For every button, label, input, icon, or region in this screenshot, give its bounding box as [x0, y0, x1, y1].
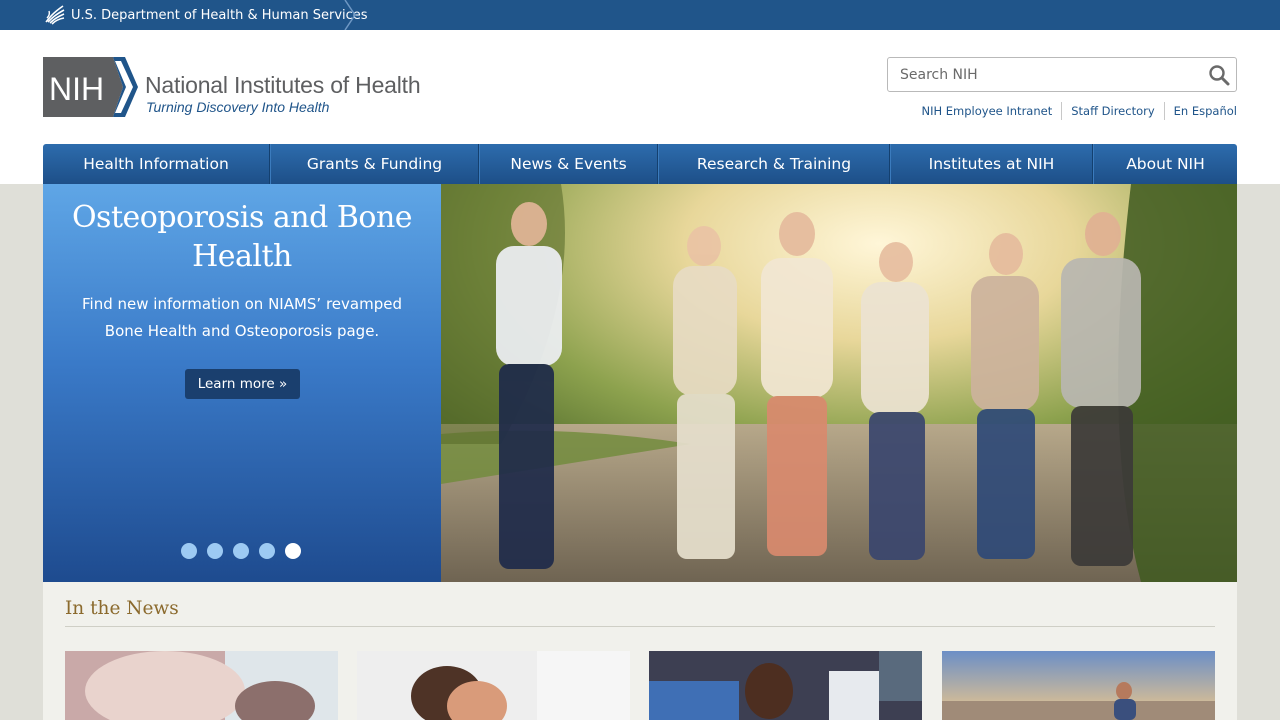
nav-grants-funding[interactable]: Grants & Funding: [270, 144, 479, 184]
nav-news-events[interactable]: News & Events: [479, 144, 658, 184]
in-the-news-section: In the News: [43, 582, 1237, 720]
news-thumbnail-3[interactable]: [649, 651, 922, 720]
nav-about[interactable]: About NIH: [1093, 144, 1237, 184]
news-thumbnail-4[interactable]: [942, 651, 1215, 720]
clinic-photo: [649, 651, 922, 720]
carousel-dot-2[interactable]: [207, 543, 223, 559]
news-divider: [65, 626, 1215, 627]
hero-carousel: Osteoporosis and Bone Health Find new in…: [43, 184, 1237, 582]
search-input[interactable]: [888, 58, 1198, 91]
nav-research-training[interactable]: Research & Training: [658, 144, 890, 184]
utility-links: NIH Employee Intranet Staff Directory En…: [912, 102, 1237, 120]
carousel-dot-1[interactable]: [181, 543, 197, 559]
carousel-dots: [181, 543, 301, 559]
search-icon[interactable]: [1208, 64, 1230, 86]
hhs-label: U.S. Department of Health & Human Servic…: [71, 7, 368, 23]
logo-abbr: NIH: [49, 71, 104, 107]
logo-name: National Institutes of Health: [145, 72, 421, 98]
nav-institutes[interactable]: Institutes at NIH: [890, 144, 1093, 184]
hero-description: Find new information on NIAMS’ revamped …: [82, 295, 402, 340]
nih-logo[interactable]: NIH National Institutes of Health Turnin…: [43, 57, 443, 119]
search-box: [887, 57, 1237, 92]
carousel-dot-4[interactable]: [259, 543, 275, 559]
logo-tagline: Turning Discovery Into Health: [146, 99, 330, 115]
runner-photo: [942, 651, 1215, 720]
nav-health-information[interactable]: Health Information: [43, 144, 270, 184]
learn-more-button[interactable]: Learn more »: [185, 369, 300, 399]
hhs-bar: U.S. Department of Health & Human Servic…: [0, 0, 1280, 30]
chevron-right-icon: [344, 0, 356, 30]
carousel-dot-3[interactable]: [233, 543, 249, 559]
hero-title: Osteoporosis and Bone Health: [71, 200, 413, 274]
seniors-walking-photo: [441, 184, 1237, 582]
hero-photo[interactable]: [441, 184, 1237, 582]
news-heading: In the News: [65, 598, 179, 619]
en-espanol-link[interactable]: En Español: [1163, 102, 1237, 120]
main-nav: Health Information Grants & Funding News…: [43, 144, 1237, 184]
employee-intranet-link[interactable]: NIH Employee Intranet: [912, 102, 1061, 120]
man-photo: [357, 651, 630, 720]
mother-baby-photo: [65, 651, 338, 720]
staff-directory-link[interactable]: Staff Directory: [1061, 102, 1163, 120]
hhs-eagle-icon: [45, 5, 65, 25]
news-thumbnail-2[interactable]: [357, 651, 630, 720]
news-thumbnail-1[interactable]: [65, 651, 338, 720]
hero-text-panel: Osteoporosis and Bone Health Find new in…: [43, 184, 441, 582]
carousel-dot-5[interactable]: [285, 543, 301, 559]
nih-logo-mark: NIH: [43, 57, 138, 117]
hhs-link[interactable]: U.S. Department of Health & Human Servic…: [43, 0, 368, 30]
